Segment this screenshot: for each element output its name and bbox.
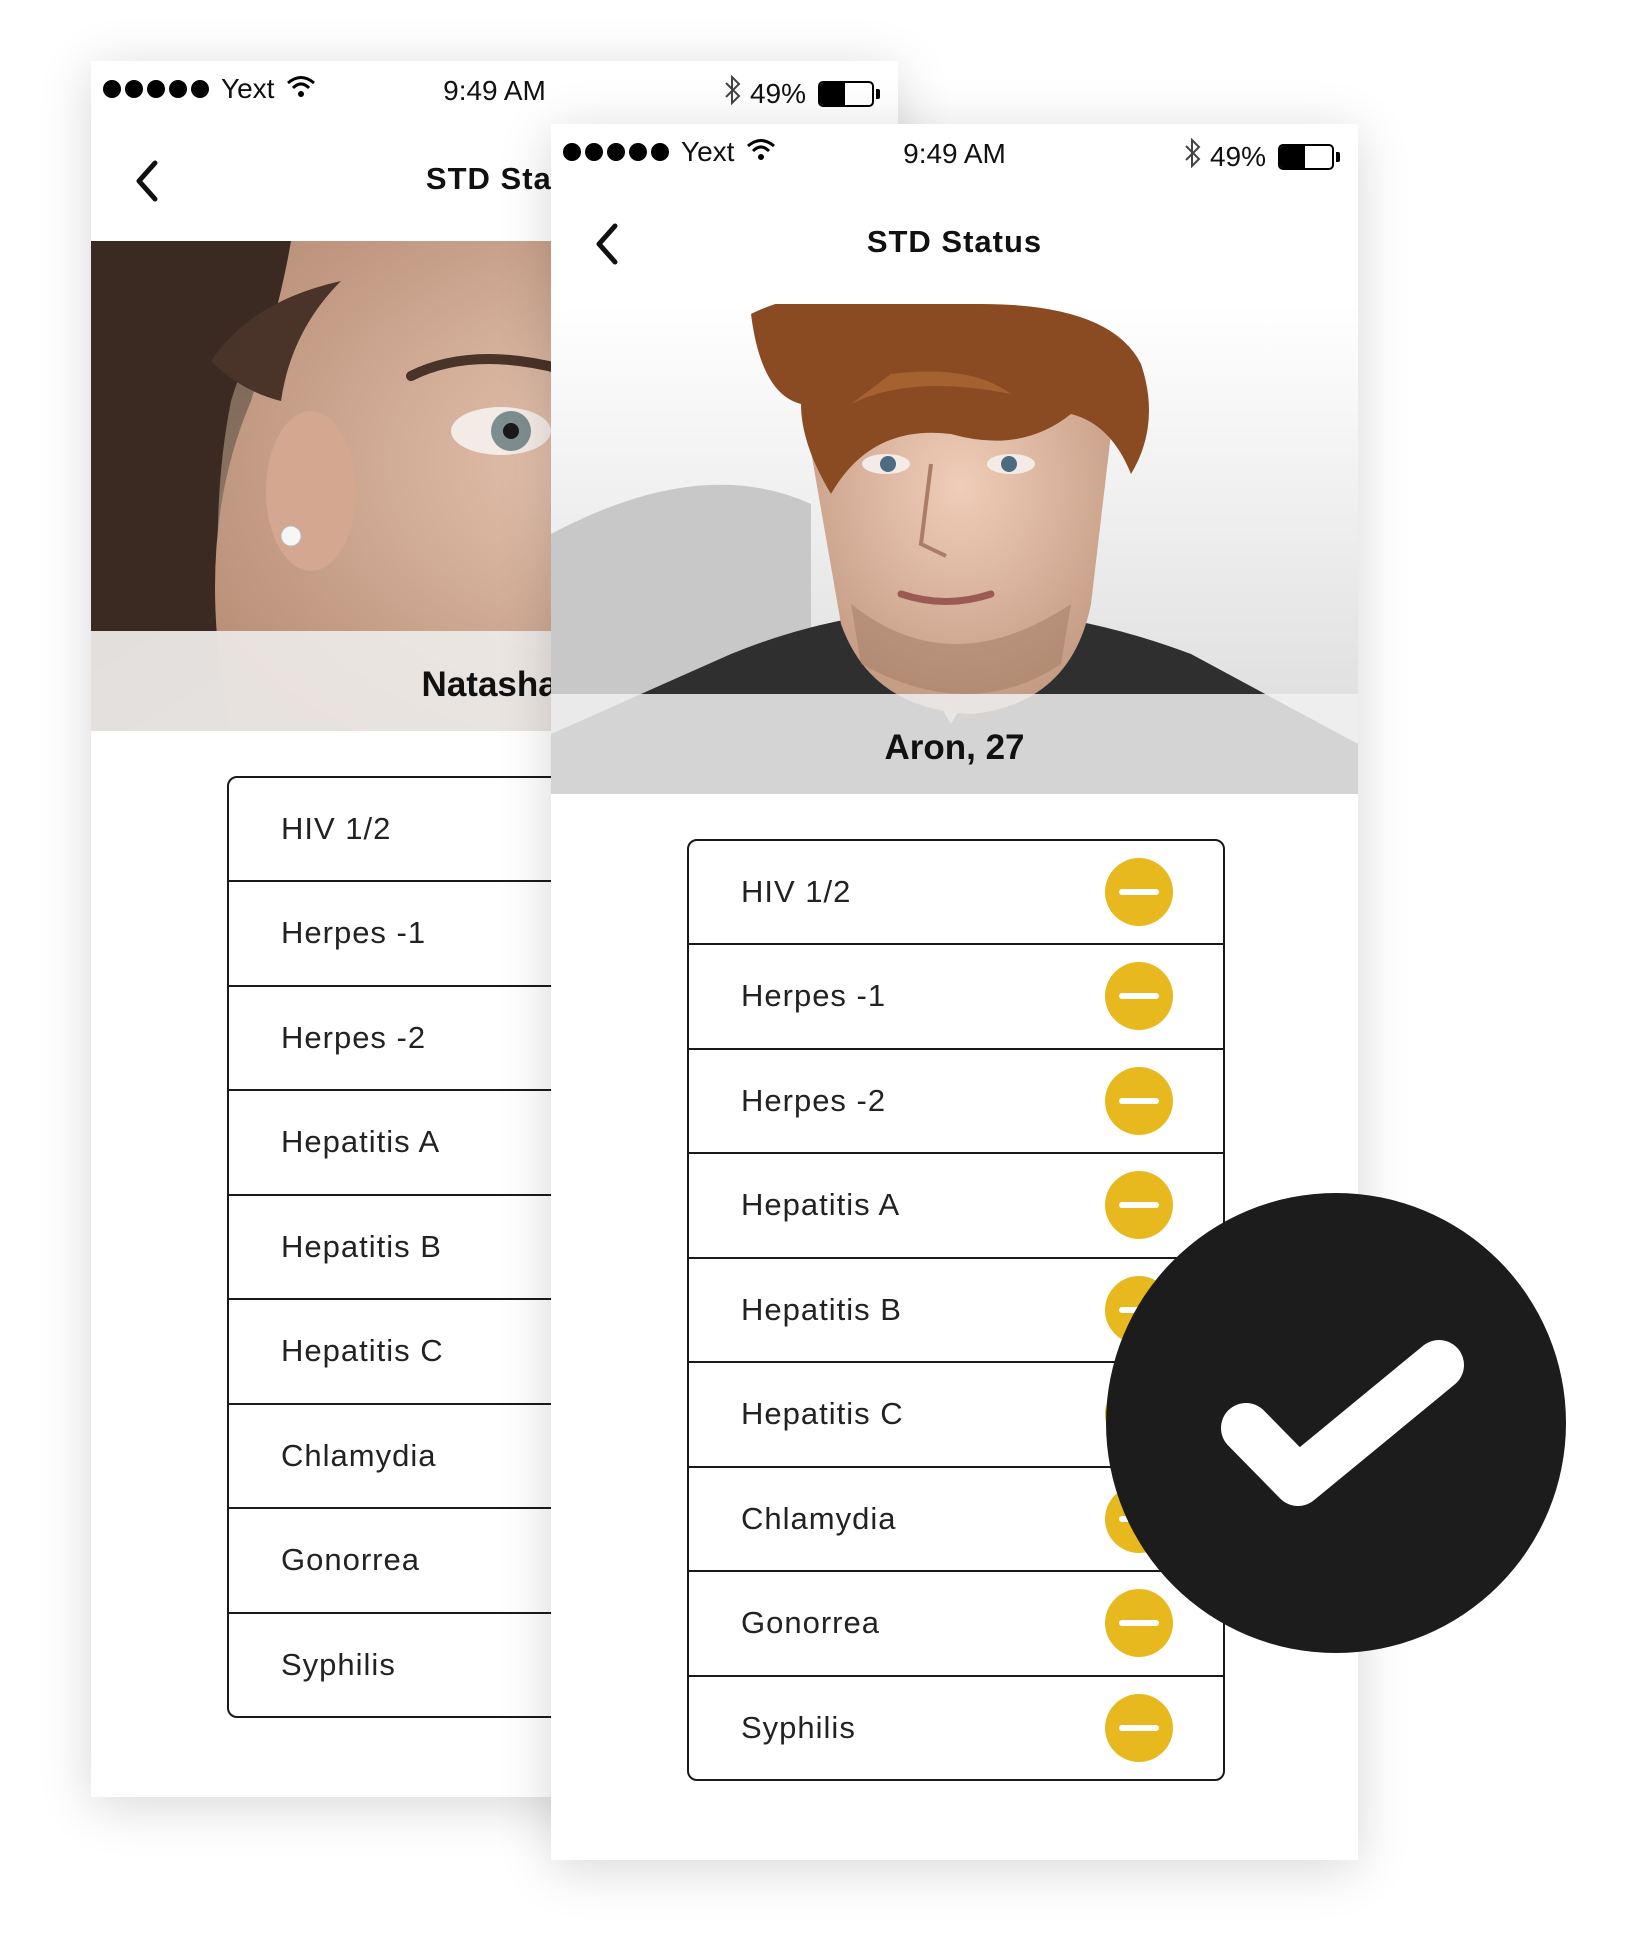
std-label: HIV 1/2 xyxy=(281,811,392,846)
std-label: Herpes -2 xyxy=(741,1082,887,1118)
std-label: Gonorrea xyxy=(741,1605,880,1641)
profile-name: Aron, 27 xyxy=(884,728,1025,767)
std-label: Hepatitis C xyxy=(741,1396,904,1432)
std-label: Syphilis xyxy=(281,1646,396,1682)
verified-badge xyxy=(1106,1193,1566,1653)
list-item[interactable]: Syphilis xyxy=(689,1674,1223,1780)
battery-percent: 49% xyxy=(749,77,806,109)
std-label: Herpes -2 xyxy=(281,1019,427,1055)
profile-photo: Aron, 27 xyxy=(551,304,1358,794)
battery-icon xyxy=(1278,143,1334,170)
bluetooth-icon xyxy=(724,74,742,112)
minus-circle-icon[interactable] xyxy=(1105,858,1173,926)
status-bar: Yext 9:49 AM 49% xyxy=(91,61,898,121)
std-label: Gonorrea xyxy=(281,1542,420,1578)
nav-bar: STD Status xyxy=(551,184,1358,304)
battery-icon xyxy=(818,80,874,107)
std-label: Hepatitis A xyxy=(281,1124,441,1160)
minus-circle-icon[interactable] xyxy=(1105,1066,1173,1135)
list-item[interactable]: Herpes -1 xyxy=(689,943,1223,1048)
std-label: HIV 1/2 xyxy=(741,874,852,909)
std-label: Hepatitis B xyxy=(281,1228,442,1264)
page-title: STD Status xyxy=(866,224,1043,259)
std-label: Chlamydia xyxy=(741,1500,897,1536)
list-item[interactable]: HIV 1/2 xyxy=(689,841,1223,943)
std-label: Chlamydia xyxy=(281,1437,437,1473)
list-item[interactable]: Herpes -2 xyxy=(689,1047,1223,1153)
std-label: Hepatitis A xyxy=(741,1187,901,1223)
checkmark-icon xyxy=(1221,1340,1464,1506)
minus-circle-icon[interactable] xyxy=(1105,962,1173,1031)
std-label: Hepatitis C xyxy=(281,1333,444,1369)
status-bar: Yext 9:49 AM 49% xyxy=(551,124,1358,184)
bluetooth-icon xyxy=(1184,137,1202,175)
battery-percent: 49% xyxy=(1209,140,1266,172)
minus-circle-icon[interactable] xyxy=(1105,1693,1173,1762)
std-label: Hepatitis B xyxy=(741,1291,902,1327)
std-label: Herpes -1 xyxy=(741,978,887,1014)
std-label: Herpes -1 xyxy=(281,915,427,951)
std-label: Syphilis xyxy=(741,1709,856,1745)
